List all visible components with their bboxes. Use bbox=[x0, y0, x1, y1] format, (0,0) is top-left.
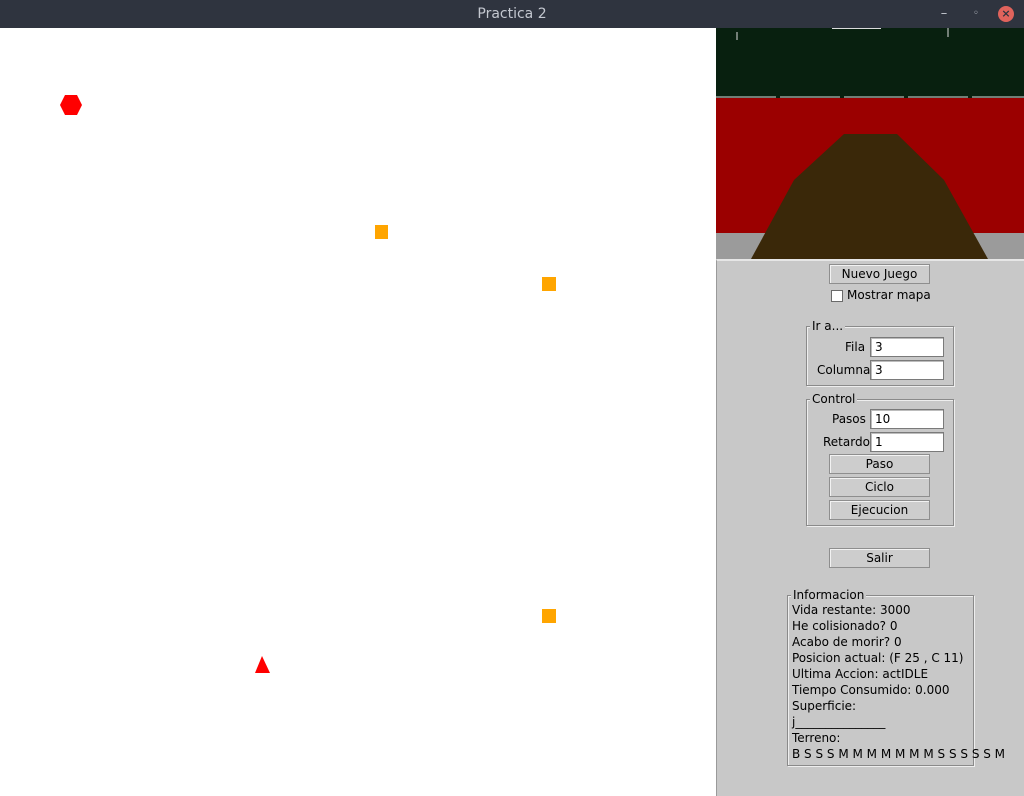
exit-button[interactable]: Salir bbox=[829, 548, 930, 568]
window-title: Practica 2 bbox=[477, 6, 547, 22]
view-sky bbox=[716, 28, 1024, 98]
surface-value: j_______________ bbox=[792, 715, 886, 729]
agent-triangle-icon bbox=[255, 656, 270, 673]
control-panel: Nuevo Juego Mostrar mapa Ir a... Fila 3 … bbox=[716, 259, 1024, 796]
goto-legend: Ir a... bbox=[810, 319, 846, 333]
life-remaining-text: Vida restante: 3000 bbox=[792, 603, 911, 617]
steps-label: Pasos bbox=[832, 412, 866, 426]
minimize-icon[interactable]: – bbox=[934, 4, 954, 24]
collided-text: He colisionado? 0 bbox=[792, 619, 898, 633]
last-action-text: Ultima Accion: actIDLE bbox=[792, 667, 929, 681]
step-button[interactable]: Paso bbox=[829, 454, 930, 474]
died-text: Acabo de morir? 0 bbox=[792, 635, 902, 649]
new-game-button[interactable]: Nuevo Juego bbox=[829, 264, 930, 284]
info-legend: Informacion bbox=[791, 588, 867, 602]
run-button[interactable]: Ejecucion bbox=[829, 500, 930, 520]
maximize-icon[interactable]: ◦ bbox=[966, 4, 986, 24]
delay-input[interactable]: 1 bbox=[870, 432, 944, 452]
terrain-value: B S S S M M M M M M M S S S S S M bbox=[792, 747, 1006, 761]
row-input[interactable]: 3 bbox=[870, 337, 944, 357]
time-consumed-text: Tiempo Consumido: 0.000 bbox=[792, 683, 950, 697]
control-legend: Control bbox=[810, 392, 858, 406]
first-person-view-svg bbox=[716, 28, 1024, 259]
title-bar: Practica 2 – ◦ × bbox=[0, 0, 1024, 28]
item-marker bbox=[542, 277, 556, 291]
objective-hexagon-icon bbox=[60, 95, 82, 115]
position-text: Posicion actual: (F 25 , C 11) bbox=[792, 651, 964, 665]
steps-input[interactable]: 10 bbox=[870, 409, 944, 429]
item-marker bbox=[542, 609, 556, 623]
column-input[interactable]: 3 bbox=[870, 360, 944, 380]
show-map-label: Mostrar mapa bbox=[847, 288, 931, 302]
map-svg bbox=[60, 95, 556, 673]
cycle-button[interactable]: Ciclo bbox=[829, 477, 930, 497]
column-label: Columna bbox=[817, 363, 871, 377]
item-marker bbox=[375, 225, 388, 239]
delay-label: Retardo bbox=[823, 435, 870, 449]
row-label: Fila bbox=[845, 340, 866, 354]
first-person-view bbox=[716, 28, 1024, 259]
surface-label: Superficie: bbox=[792, 699, 857, 713]
terrain-label: Terreno: bbox=[792, 731, 841, 745]
info-lines: Vida restante: 3000 He colisionado? 0 Ac… bbox=[788, 602, 1024, 767]
map-canvas bbox=[0, 28, 716, 796]
close-icon[interactable]: × bbox=[998, 6, 1014, 22]
show-map-checkbox[interactable] bbox=[831, 290, 843, 302]
